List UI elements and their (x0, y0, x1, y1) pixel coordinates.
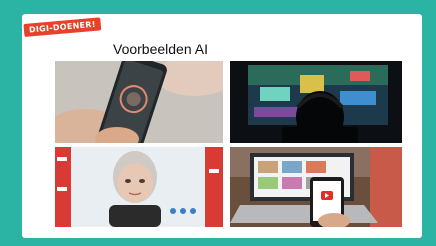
slide-title: Voorbeelden AI (113, 41, 208, 57)
humanoid-robot-photo (55, 147, 223, 227)
phone-face-scan-photo (55, 61, 223, 143)
gamer-at-screen-photo (230, 61, 402, 143)
laptop-and-phone-video-photo (230, 147, 402, 227)
